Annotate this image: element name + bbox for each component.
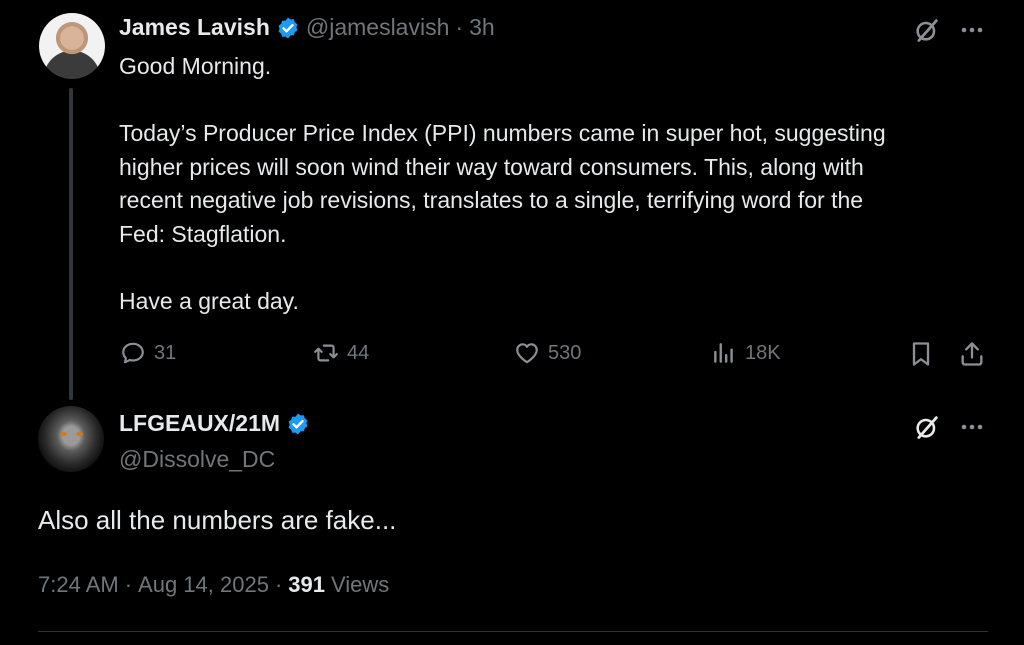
divider bbox=[38, 631, 988, 632]
tweet-line: higher prices will soon wind their way t… bbox=[119, 153, 864, 180]
tweet-line: Today’s Producer Price Index (PPI) numbe… bbox=[119, 120, 886, 146]
reply-header: LFGEAUX/21M bbox=[119, 410, 310, 437]
reply-views-count: 391 bbox=[288, 572, 325, 597]
views-icon bbox=[714, 343, 733, 363]
tweet-line: Fed: Stagflation. bbox=[119, 220, 287, 247]
avatar-eye-left bbox=[60, 432, 67, 436]
dot-separator: · bbox=[274, 572, 283, 597]
repost-button[interactable]: 44 bbox=[313, 340, 369, 366]
author-handle[interactable]: @jameslavish bbox=[306, 14, 450, 41]
verified-badge-icon bbox=[278, 17, 298, 38]
reply-date[interactable]: Aug 14, 2025 bbox=[138, 572, 269, 598]
tweet-text: Good Morning. Today’s Producer Price Ind… bbox=[119, 50, 999, 318]
grok-icon[interactable] bbox=[913, 16, 941, 44]
reply-text: Also all the numbers are fake... bbox=[38, 505, 397, 535]
reply-author-handle[interactable]: @Dissolve_DC bbox=[119, 446, 275, 473]
repost-count: 44 bbox=[347, 341, 370, 364]
reply-button[interactable]: 31 bbox=[120, 340, 176, 366]
grok-icon[interactable] bbox=[913, 413, 941, 441]
timestamp[interactable]: 3h bbox=[469, 14, 495, 41]
more-icon[interactable] bbox=[958, 20, 986, 40]
reply-views-label: Views bbox=[331, 572, 390, 597]
like-count: 530 bbox=[548, 341, 582, 364]
tweet-line: Have a great day. bbox=[119, 287, 299, 314]
avatar-eye-right bbox=[76, 432, 83, 436]
tweet-line: Good Morning. bbox=[119, 53, 272, 79]
thread-line bbox=[69, 88, 73, 400]
author-name[interactable]: James Lavish bbox=[119, 14, 270, 41]
verified-badge-icon bbox=[288, 413, 308, 434]
dot-separator: · bbox=[455, 14, 464, 40]
dot-separator: · bbox=[124, 572, 133, 597]
tweet-line: recent negative job revisions, translate… bbox=[119, 187, 864, 213]
like-icon bbox=[516, 343, 538, 364]
reply-author-name[interactable]: LFGEAUX/21M bbox=[119, 410, 280, 437]
more-icon[interactable] bbox=[958, 417, 986, 437]
views-count: 18K bbox=[745, 341, 781, 364]
reply-icon bbox=[122, 342, 144, 364]
repost-icon bbox=[314, 344, 338, 362]
bookmark-icon[interactable] bbox=[907, 340, 935, 368]
reply-count: 31 bbox=[154, 341, 177, 364]
like-button[interactable]: 530 bbox=[514, 340, 581, 366]
views-button[interactable]: 18K bbox=[711, 340, 781, 366]
author-avatar[interactable] bbox=[39, 13, 105, 79]
tweet-header: James Lavish @jameslavish · 3h bbox=[119, 14, 495, 41]
reply-meta: 7:24 AM · Aug 14, 2025 · 391 Views bbox=[38, 572, 389, 598]
reply-author-avatar[interactable] bbox=[38, 406, 104, 472]
reply-time[interactable]: 7:24 AM bbox=[38, 572, 119, 598]
share-icon[interactable] bbox=[958, 340, 986, 368]
